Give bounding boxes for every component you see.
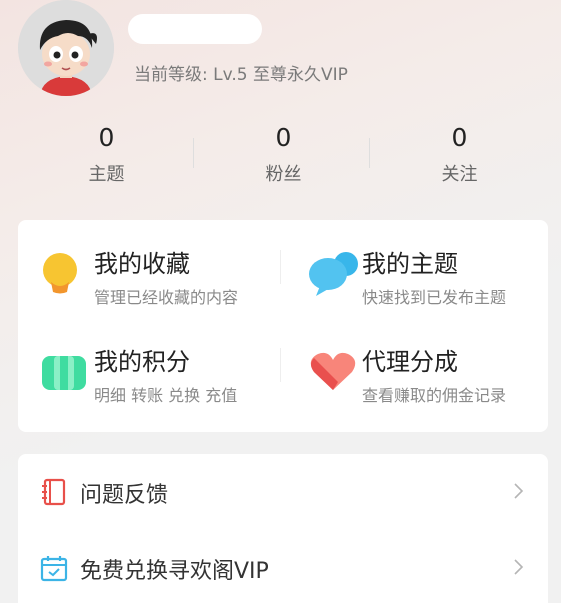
calendar-icon	[40, 556, 68, 582]
lightbulb-icon	[43, 253, 77, 294]
menu-item-label: 问题反馈	[80, 483, 169, 508]
heart-icon	[310, 352, 356, 390]
divider	[280, 250, 281, 284]
menu-item-feedback[interactable]: 问题反馈	[18, 454, 548, 530]
chevron-right-icon	[514, 483, 524, 499]
stat-value: 0	[275, 123, 292, 152]
feature-title: 我的主题	[362, 250, 458, 278]
feature-desc: 管理已经收藏的内容	[94, 288, 239, 307]
menu-item-label: 免费兑换寻欢阁VIP	[80, 559, 269, 584]
stat-value: 0	[451, 123, 468, 152]
username-redacted	[128, 14, 262, 44]
stat-topics[interactable]: 0 主题	[13, 120, 200, 188]
feature-agent-commission[interactable]: 代理分成 查看赚取的佣金记录	[290, 318, 550, 408]
stat-label: 关注	[441, 164, 478, 185]
feature-points[interactable]: 我的积分 明细 转账 兑换 充值	[22, 318, 282, 408]
feature-title: 代理分成	[362, 348, 458, 376]
level-text: 当前等级: Lv.5 至尊永久VIP	[134, 65, 348, 85]
divider	[280, 348, 281, 382]
profile-page: 当前等级: Lv.5 至尊永久VIP 0 主题 0 粉丝 0 关注 我的收藏 管…	[0, 0, 561, 603]
feature-title: 我的收藏	[94, 250, 190, 278]
feature-my-topics[interactable]: 我的主题 快速找到已发布主题	[290, 220, 550, 310]
feature-desc: 查看赚取的佣金记录	[362, 386, 507, 405]
feature-grid: 我的收藏 管理已经收藏的内容 我的主题 快速找到已发布主题 我的积分 明细 转账…	[18, 220, 548, 432]
stat-label: 粉丝	[265, 164, 302, 185]
notebook-icon	[42, 478, 66, 506]
stat-value: 0	[98, 123, 115, 152]
menu-list: 问题反馈 免费兑换寻欢阁VIP	[18, 454, 548, 603]
menu-item-free-vip[interactable]: 免费兑换寻欢阁VIP	[18, 530, 548, 603]
points-card-icon	[42, 356, 86, 390]
stats-row: 0 主题 0 粉丝 0 关注	[0, 120, 561, 200]
chevron-right-icon	[514, 559, 524, 575]
avatar[interactable]	[18, 0, 114, 96]
stat-fans[interactable]: 0 粉丝	[190, 120, 377, 188]
feature-desc: 明细 转账 兑换 充值	[94, 386, 238, 405]
stat-label: 主题	[88, 164, 125, 185]
chat-bubble-icon	[309, 252, 358, 296]
feature-title: 我的积分	[94, 348, 190, 376]
feature-favorites[interactable]: 我的收藏 管理已经收藏的内容	[22, 220, 282, 310]
cartoon-boy-avatar-icon	[18, 0, 114, 96]
feature-desc: 快速找到已发布主题	[362, 288, 507, 307]
stat-following[interactable]: 0 关注	[366, 120, 553, 188]
